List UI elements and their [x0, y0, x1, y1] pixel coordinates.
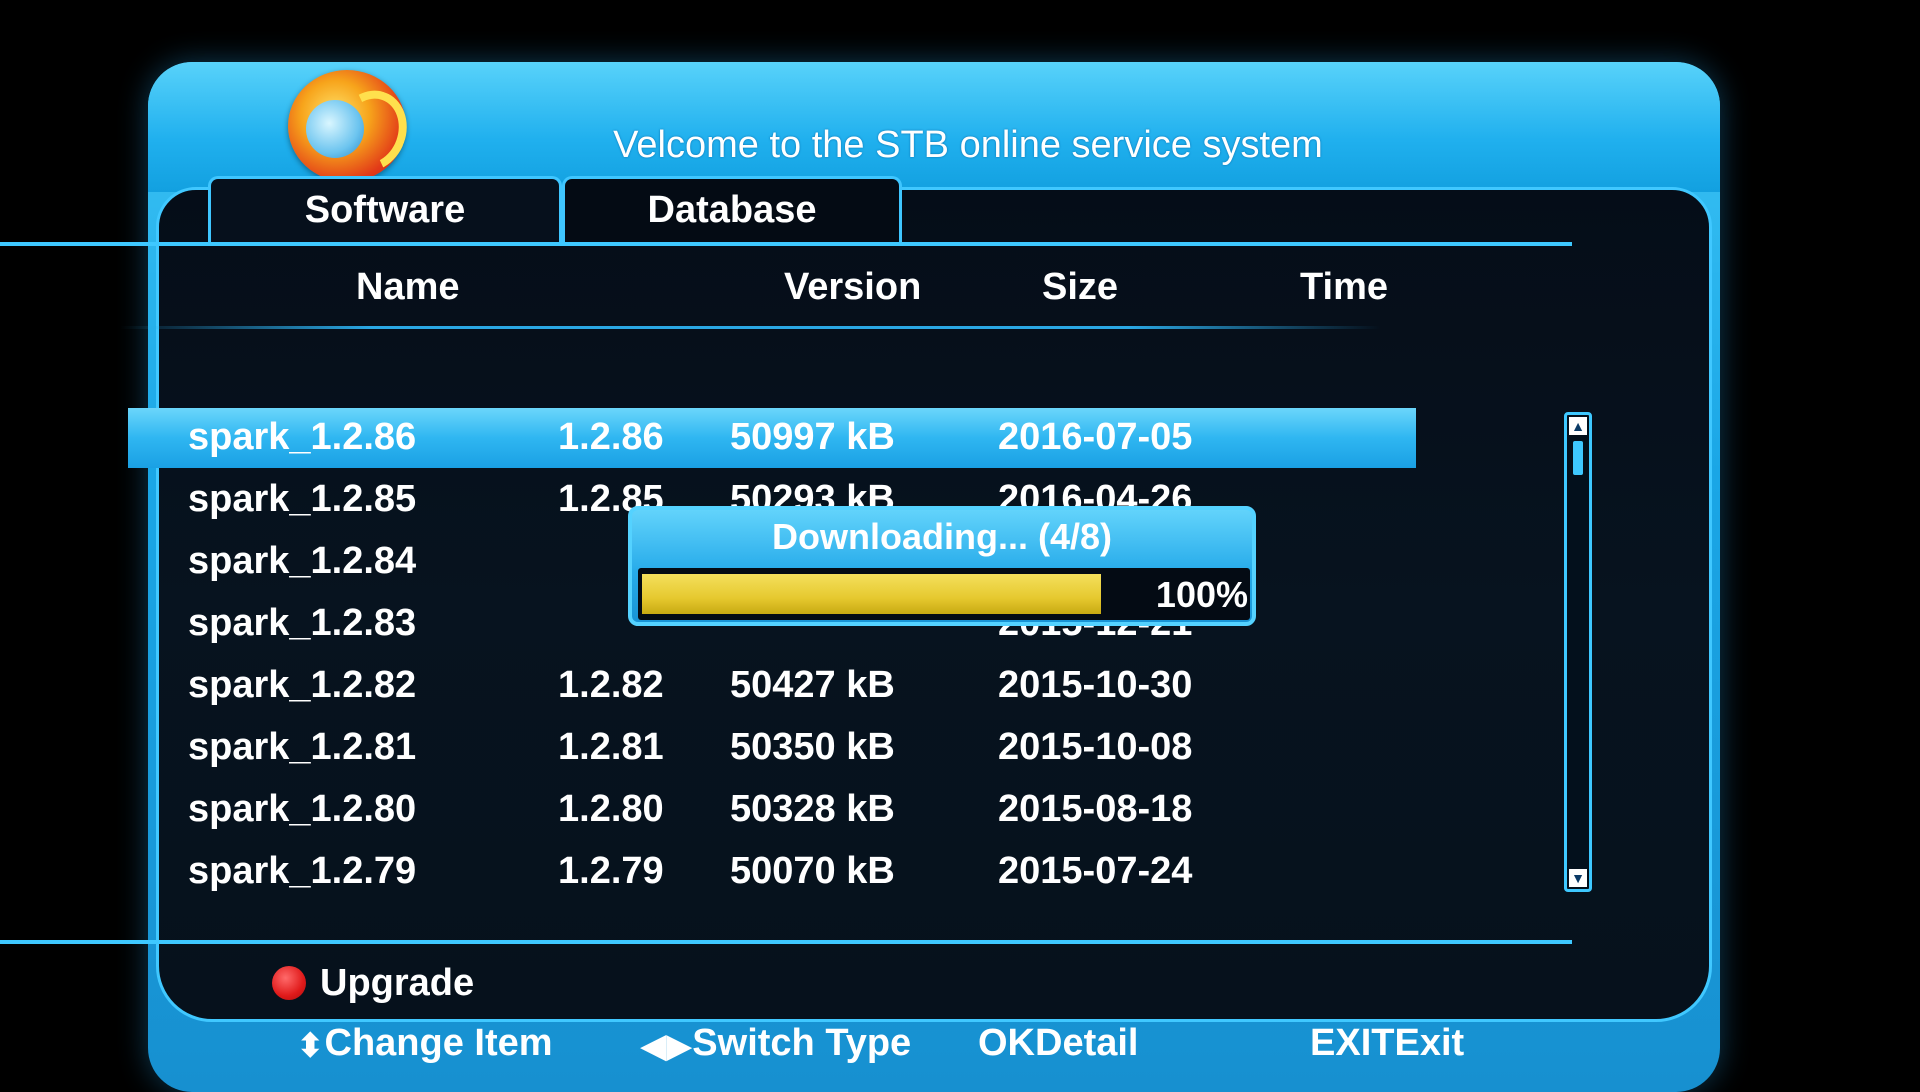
- tab-software[interactable]: Software: [208, 176, 562, 242]
- tab-database[interactable]: Database: [562, 176, 902, 242]
- cell-name: spark_1.2.81: [188, 726, 417, 768]
- download-progress-fill: [642, 574, 1101, 614]
- download-progress-bar: 100%: [638, 568, 1250, 620]
- hint-switch-type: ◀▶Switch Type: [640, 1022, 912, 1065]
- page-title: Velcome to the STB online service system: [613, 124, 1323, 166]
- scroll-down-icon[interactable]: ▼: [1569, 869, 1587, 887]
- brand-logo: [288, 70, 418, 182]
- cell-size: 50350 kB: [730, 726, 895, 768]
- cell-name: spark_1.2.82: [188, 664, 417, 706]
- cell-version: 1.2.82: [558, 664, 664, 706]
- download-percent: 100%: [1155, 574, 1248, 615]
- ok-key-label: OK: [978, 1022, 1035, 1064]
- left-right-arrows-icon: ◀▶: [640, 1027, 693, 1065]
- cell-time: 2015-07-24: [998, 850, 1193, 892]
- tab-divider: [0, 242, 1572, 246]
- list-item-selected[interactable]: spark_1.2.86 1.2.86 50997 kB 2016-07-05: [128, 408, 1416, 468]
- cell-time: 2016-07-05: [998, 416, 1193, 458]
- hint-change-item: ⬍Change Item: [296, 1022, 553, 1065]
- hint-ok-detail: OKDetail: [978, 1022, 1139, 1064]
- cell-version: 1.2.80: [558, 788, 664, 830]
- scroll-thumb[interactable]: [1573, 441, 1583, 475]
- red-key-icon: [272, 966, 306, 1000]
- up-down-arrows-icon: ⬍: [296, 1027, 325, 1065]
- column-header-time: Time: [1300, 266, 1389, 308]
- cell-version: 1.2.86: [558, 416, 664, 458]
- list-item[interactable]: spark_1.2.81 1.2.81 50350 kB 2015-10-08: [128, 718, 1416, 778]
- cell-version: 1.2.79: [558, 850, 664, 892]
- download-status-text: Downloading... (4/8): [772, 516, 1112, 557]
- exit-key-label: EXIT: [1310, 1022, 1395, 1064]
- scroll-up-icon[interactable]: ▲: [1569, 417, 1587, 435]
- upgrade-action-label[interactable]: Upgrade: [320, 962, 474, 1005]
- cell-name: spark_1.2.85: [188, 478, 417, 520]
- cell-version: 1.2.81: [558, 726, 664, 768]
- cell-name: spark_1.2.86: [188, 416, 417, 458]
- cell-size: 50328 kB: [730, 788, 895, 830]
- cell-time: 2015-10-08: [998, 726, 1193, 768]
- column-header-name: Name: [356, 266, 460, 308]
- cell-time: 2015-08-18: [998, 788, 1193, 830]
- cell-size: 50070 kB: [730, 850, 895, 892]
- cell-name: spark_1.2.83: [188, 602, 417, 644]
- cell-name: spark_1.2.84: [188, 540, 417, 582]
- cell-size: 50427 kB: [730, 664, 895, 706]
- column-header-size: Size: [1042, 266, 1119, 308]
- list-item[interactable]: spark_1.2.79 1.2.79 50070 kB 2015-07-24: [128, 842, 1416, 902]
- hint-exit: EXITExit: [1310, 1022, 1465, 1064]
- header-divider: [120, 326, 1380, 329]
- cell-name: spark_1.2.79: [188, 850, 417, 892]
- list-scrollbar[interactable]: ▲ ▼: [1564, 412, 1592, 892]
- cell-size: 50997 kB: [730, 416, 895, 458]
- footer-divider: [0, 940, 1572, 944]
- download-dialog: Downloading... (4/8) 100%: [628, 506, 1256, 626]
- cell-time: 2015-10-30: [998, 664, 1193, 706]
- list-item[interactable]: spark_1.2.80 1.2.80 50328 kB 2015-08-18: [128, 780, 1416, 840]
- list-item[interactable]: spark_1.2.82 1.2.82 50427 kB 2015-10-30: [128, 656, 1416, 716]
- cell-name: spark_1.2.80: [188, 788, 417, 830]
- column-header-version: Version: [784, 266, 922, 308]
